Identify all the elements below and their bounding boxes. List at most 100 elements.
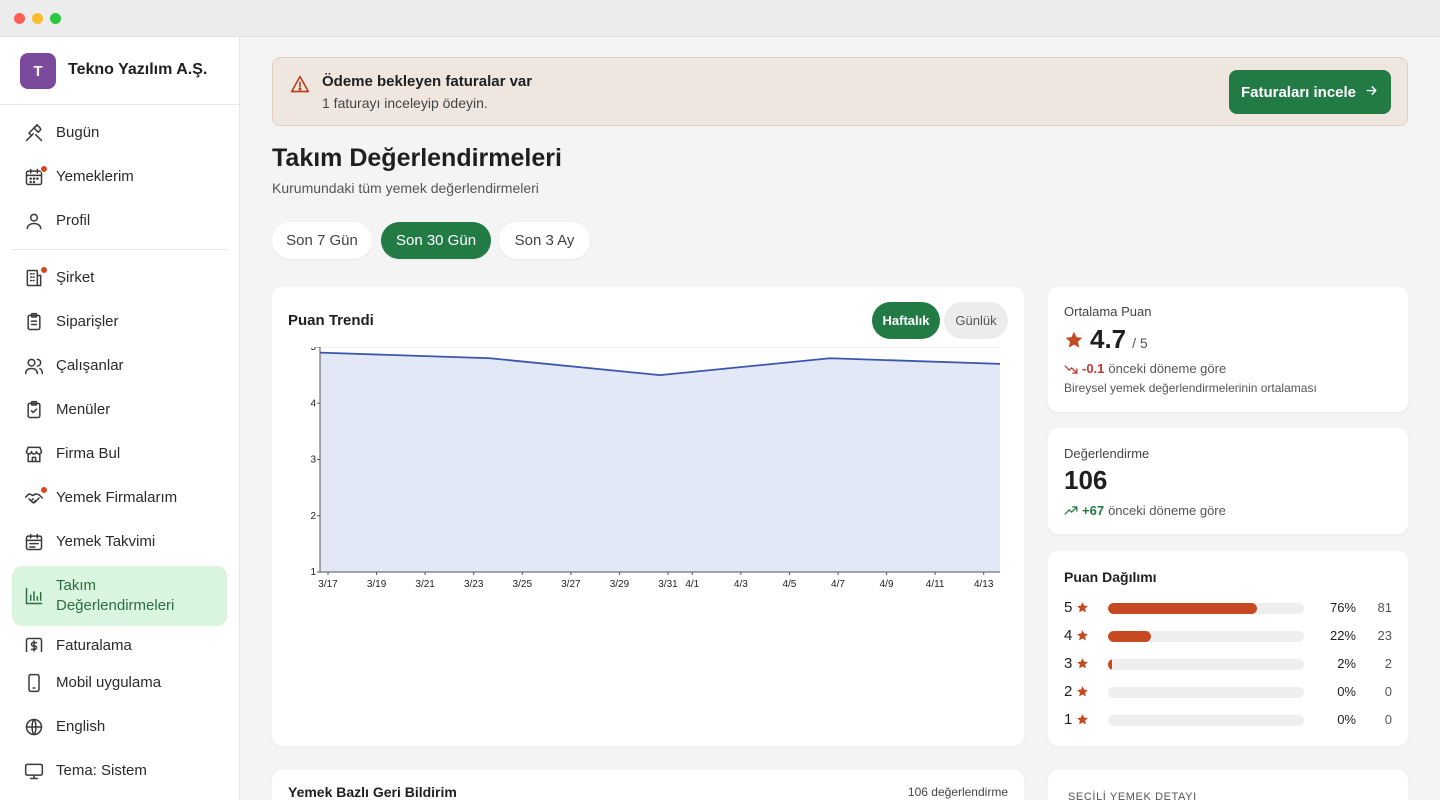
x-tick-label: 3/17 xyxy=(318,579,338,590)
sidebar-item-yemek-takvimi[interactable]: Yemek Takvimi xyxy=(12,520,227,564)
distribution-bar-track xyxy=(1108,687,1304,698)
sidebar-item-profil[interactable]: Profil xyxy=(12,199,227,243)
trend-title: Puan Trendi xyxy=(288,312,374,329)
distribution-star-value: 4 xyxy=(1064,627,1073,644)
y-tick-label: 3 xyxy=(310,455,316,466)
minimize-window-button[interactable] xyxy=(32,13,43,24)
globe-icon xyxy=(24,717,44,737)
rating-count-delta: +67 xyxy=(1082,503,1105,518)
average-rating-description: Bireysel yemek değerlendirmelerinin orta… xyxy=(1064,381,1317,395)
sidebar-item-siparisler[interactable]: Siparişler xyxy=(12,300,227,344)
sidebar-item-label: Profil xyxy=(56,212,91,229)
distribution-percent: 2% xyxy=(1337,656,1356,671)
x-tick-label: 3/23 xyxy=(464,579,484,590)
sidebar-item-label: Faturalama xyxy=(56,637,132,652)
sidebar-item-label: Yemek Takvimi xyxy=(56,533,156,550)
average-rating-delta-note: önceki döneme göre xyxy=(1108,361,1227,376)
company-switcher[interactable]: T Tekno Yazılım A.Ş. xyxy=(0,37,239,105)
rating-count-delta-row: +67 önceki döneme göre xyxy=(1064,503,1226,518)
sidebar-item-label: Menüler xyxy=(56,401,111,418)
sidebar-item-bugun[interactable]: Bugün xyxy=(12,111,227,155)
x-tick-label: 3/27 xyxy=(561,579,581,590)
x-tick-label: 3/31 xyxy=(658,579,678,590)
star-icon xyxy=(1076,629,1089,642)
sidebar-item-label: Çalışanlar xyxy=(56,357,124,374)
distribution-count: 0 xyxy=(1384,712,1392,727)
clipboard-list-icon xyxy=(24,312,44,332)
trend-chart: 5 4 3 2 13/17 3/19 3/21 3/23 3/25 3/27 3/29 3/31 4/1… xyxy=(310,347,1001,590)
meal-feedback-title: Yemek Bazlı Geri Bildirim xyxy=(288,784,457,800)
calendar-days-icon xyxy=(24,532,44,552)
receipt-icon xyxy=(24,636,44,652)
y-tick-label: 4 xyxy=(310,398,316,409)
sidebar-item-label: Yemeklerim xyxy=(56,168,134,185)
sidebar-item-takim-degerlendirmeleri[interactable]: Takım Değerlendirmeleri xyxy=(12,566,227,626)
review-invoices-button[interactable]: Faturaları incele xyxy=(1229,70,1391,114)
distribution-row: 2 0% 0 xyxy=(1064,682,1392,702)
star-icon xyxy=(1076,657,1089,670)
sidebar-item-theme[interactable]: Tema: Sistem xyxy=(12,749,227,793)
page-title: Takım Değerlendirmeleri xyxy=(272,144,562,172)
distribution-percent: 0% xyxy=(1337,712,1356,727)
sidebar-item-language[interactable]: English xyxy=(12,705,227,749)
meal-feedback-count: 106 değerlendirme xyxy=(907,785,1008,799)
average-rating-label: Ortalama Puan xyxy=(1064,304,1152,319)
x-tick-label: 3/25 xyxy=(513,579,533,590)
distribution-star-value: 1 xyxy=(1064,711,1073,728)
rating-distribution-card: Puan Dağılımı 5 76% 81 4 22% 23 3 2% 2 2 0% 0 1 0% 0 xyxy=(1048,551,1408,746)
x-tick-label: 4/13 xyxy=(974,579,994,590)
distribution-count: 2 xyxy=(1384,656,1392,671)
sidebar-item-mobil-uygulama[interactable]: Mobil uygulama xyxy=(12,661,227,705)
sidebar-item-label: Firma Bul xyxy=(56,445,121,462)
sidebar-item-label: Şirket xyxy=(56,269,95,286)
toggle-weekly[interactable]: Haftalık xyxy=(872,302,940,339)
users-icon xyxy=(24,356,44,376)
range-last-3-months[interactable]: Son 3 Ay xyxy=(499,222,590,259)
average-rating-delta: -0.1 xyxy=(1082,361,1105,376)
distribution-bar-track xyxy=(1108,659,1304,670)
bar-chart-icon xyxy=(24,586,44,606)
sidebar-item-faturalama[interactable]: Faturalama xyxy=(12,634,227,652)
sidebar-item-sirket[interactable]: Şirket xyxy=(12,256,227,300)
maximize-window-button[interactable] xyxy=(50,13,61,24)
trending-up-icon xyxy=(1064,504,1078,518)
sidebar-item-calisanlar[interactable]: Çalışanlar xyxy=(12,344,227,388)
distribution-star-value: 3 xyxy=(1064,655,1073,672)
main-content: Ödeme bekleyen faturalar var 1 faturayı … xyxy=(240,37,1440,800)
x-tick-label: 3/19 xyxy=(367,579,387,590)
distribution-count: 0 xyxy=(1384,684,1392,699)
trending-down-icon xyxy=(1064,362,1078,376)
notification-dot xyxy=(40,266,48,274)
sidebar-item-label: Yemek Firmalarım xyxy=(56,489,178,506)
distribution-star-value: 2 xyxy=(1064,683,1073,700)
sidebar-item-firma-bul[interactable]: Firma Bul xyxy=(12,432,227,476)
company-avatar: T xyxy=(20,53,56,89)
distribution-count: 81 xyxy=(1377,600,1392,615)
sidebar-item-label: Bugün xyxy=(56,124,100,141)
store-icon xyxy=(24,444,44,464)
distribution-bar-fill xyxy=(1108,631,1152,642)
distribution-row: 5 76% 81 xyxy=(1064,598,1392,618)
distribution-bar-fill xyxy=(1108,659,1112,670)
alert-title: Ödeme bekleyen faturalar var xyxy=(322,73,533,90)
sidebar-item-label: Siparişler xyxy=(56,313,119,330)
x-tick-label: 4/11 xyxy=(926,579,945,590)
sidebar: T Tekno Yazılım A.Ş. Bugün Yemeklerim Pr… xyxy=(0,37,240,800)
close-window-button[interactable] xyxy=(14,13,25,24)
sidebar-item-yemek-firmalarim[interactable]: Yemek Firmalarım xyxy=(12,476,227,520)
range-last-30-days[interactable]: Son 30 Gün xyxy=(381,222,491,259)
window-titlebar xyxy=(0,0,1440,37)
trend-card: Puan Trendi Haftalık Günlük 5 4 3 2 1 3/17 3/1… xyxy=(272,287,1024,746)
monitor-icon xyxy=(24,761,44,781)
sidebar-item-label: English xyxy=(56,718,106,735)
sidebar-item-label: Tema: Sistem xyxy=(56,762,147,779)
rating-count-delta-note: önceki döneme göre xyxy=(1108,503,1226,518)
x-tick-label: 4/3 xyxy=(734,579,748,590)
toggle-daily[interactable]: Günlük xyxy=(944,302,1008,339)
distribution-percent: 0% xyxy=(1337,684,1356,699)
sidebar-item-yemeklerim[interactable]: Yemeklerim xyxy=(12,155,227,199)
sidebar-item-menuler[interactable]: Menüler xyxy=(12,388,227,432)
range-last-7-days[interactable]: Son 7 Gün xyxy=(272,222,372,259)
notification-dot xyxy=(40,486,48,494)
distribution-row: 1 0% 0 xyxy=(1064,710,1392,730)
